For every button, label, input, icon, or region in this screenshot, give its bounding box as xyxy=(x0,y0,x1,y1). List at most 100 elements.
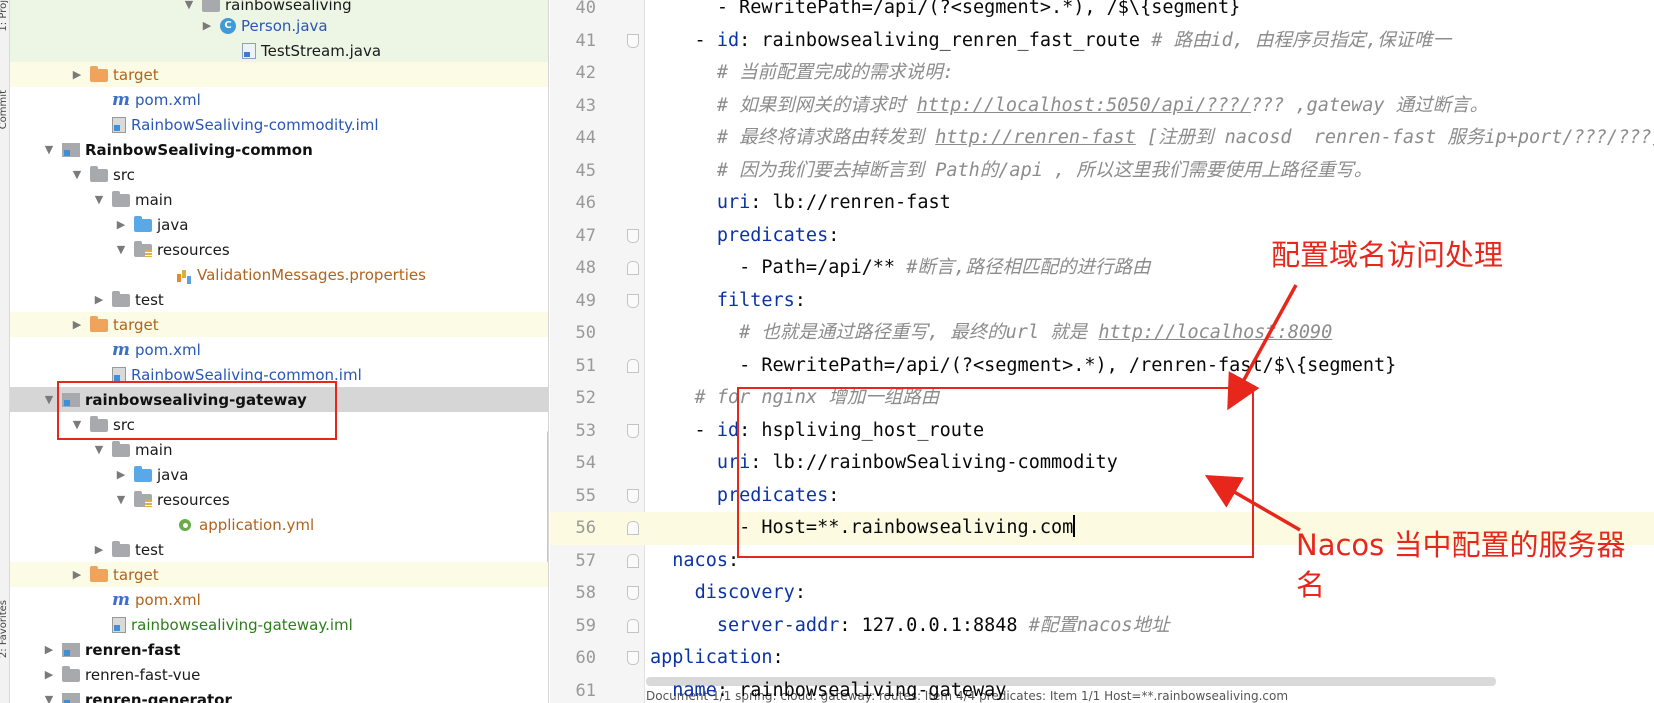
code-line[interactable]: 43 # 如果到网关的请求时 http://localhost:5050/api… xyxy=(550,90,1654,123)
fold-marker-icon[interactable] xyxy=(627,358,639,373)
project-tool-tab[interactable]: 1: Proj xyxy=(0,0,9,32)
code-text: nacos: xyxy=(650,545,739,578)
expand-arrow-icon[interactable]: ▶ xyxy=(42,668,56,682)
fold-marker-icon[interactable] xyxy=(627,423,639,438)
code-line[interactable]: 59 server-addr: 127.0.0.1:8848 #配置nacos地… xyxy=(550,610,1654,643)
tree-node[interactable]: ▶ target xyxy=(10,562,548,587)
expand-arrow-icon[interactable]: ▶ xyxy=(114,468,128,482)
tree-node[interactable]: rainbowsealiving-gateway.iml xyxy=(10,612,548,637)
code-token: : 127.0.0.1:8848 xyxy=(839,614,1029,636)
tree-node-label: rainbowsealiving-gateway.iml xyxy=(131,615,353,634)
tree-node[interactable]: ▼ main xyxy=(10,437,548,462)
collapse-arrow-icon[interactable]: ▼ xyxy=(182,0,196,12)
code-line[interactable]: 50 # 也就是通过路径重写, 最终的url 就是 http://localho… xyxy=(550,317,1654,350)
fold-marker-icon[interactable] xyxy=(627,618,639,633)
commit-tool-tab[interactable]: Commit xyxy=(0,90,9,129)
tree-node[interactable]: ▶ renren-fast-vue xyxy=(10,662,548,687)
collapse-arrow-icon[interactable]: ▼ xyxy=(114,493,128,507)
fold-marker-icon[interactable] xyxy=(627,33,639,48)
tree-node[interactable]: application.yml xyxy=(10,512,548,537)
fold-marker-icon[interactable] xyxy=(627,651,639,665)
collapse-arrow-icon[interactable]: ▼ xyxy=(70,168,84,182)
folder-icon xyxy=(90,165,108,182)
tree-node[interactable]: ▼ src xyxy=(10,162,548,187)
code-line[interactable]: 42 # 当前配置完成的需求说明: xyxy=(550,57,1654,90)
tree-node[interactable]: RainbowSealiving-commodity.iml xyxy=(10,112,548,137)
code-line[interactable]: 58 discovery: xyxy=(550,577,1654,610)
expand-arrow-icon[interactable]: ▶ xyxy=(92,543,106,557)
favorites-tool-tab[interactable]: 2: Favorites xyxy=(0,600,9,658)
project-tree[interactable]: ▼ rainbowsealiving ▶ C Person.java TestStream… xyxy=(10,0,549,703)
code-token: # 因为我们要去掉断言到 Path的/api , 所以这里我们需要使用上路径重写… xyxy=(650,159,1373,181)
code-text: application: xyxy=(650,642,784,675)
tree-node-label: renren-fast xyxy=(85,640,181,659)
collapse-arrow-icon[interactable]: ▼ xyxy=(42,693,56,703)
fold-marker-icon[interactable] xyxy=(627,586,639,600)
expand-arrow-icon[interactable]: ▶ xyxy=(70,68,84,82)
tree-node[interactable]: ▶ C Person.java xyxy=(10,13,548,38)
code-line[interactable]: 45 # 因为我们要去掉断言到 Path的/api , 所以这里我们需要使用上路… xyxy=(550,155,1654,188)
code-token: [注册到 nacosd renren-fast 服务ip+port/???/??… xyxy=(1135,127,1654,148)
line-number: 46 xyxy=(575,193,596,213)
fold-marker-icon[interactable] xyxy=(627,553,639,568)
tree-node[interactable]: m pom.xml xyxy=(10,337,548,362)
code-line[interactable]: 46 uri: lb://renren-fast xyxy=(550,187,1654,220)
tree-node[interactable]: ▶ test xyxy=(10,537,548,562)
expand-arrow-icon[interactable]: ▶ xyxy=(70,318,84,332)
tree-node[interactable]: ▼ renren-generator xyxy=(10,687,548,703)
code-token: ??? ,gateway 通过断言。 xyxy=(1250,94,1489,116)
tool-window-strip[interactable]: 1: Proj Commit 2: Favorites xyxy=(0,0,10,703)
collapse-arrow-icon[interactable]: ▼ xyxy=(92,443,106,457)
line-number: 53 xyxy=(575,420,596,441)
maven-icon: m xyxy=(112,339,130,360)
code-token: uri xyxy=(716,192,751,213)
collapse-arrow-icon[interactable]: ▼ xyxy=(114,243,128,257)
expand-arrow-icon[interactable]: ▶ xyxy=(92,293,106,307)
tree-node[interactable]: TestStream.java xyxy=(10,38,548,63)
code-line[interactable]: 51 - RewritePath=/api/(?<segment>.*), /r… xyxy=(550,350,1654,383)
fold-marker-icon[interactable] xyxy=(627,488,639,503)
tree-node[interactable]: m pom.xml xyxy=(10,587,548,612)
tree-node[interactable]: ▶ renren-fast xyxy=(10,637,548,662)
tree-node[interactable]: ▶ test xyxy=(10,287,548,312)
collapse-arrow-icon[interactable]: ▼ xyxy=(42,393,56,407)
tree-node[interactable]: ▼ main xyxy=(10,187,548,212)
code-line[interactable]: 40 - RewritePath=/api/(?<segment>.*), /$… xyxy=(550,0,1654,25)
tree-node[interactable]: ValidationMessages.properties xyxy=(10,262,548,287)
tree-node[interactable]: ▶ java xyxy=(10,212,548,237)
tree-node[interactable]: m pom.xml xyxy=(10,87,548,112)
expand-arrow-icon[interactable]: ▶ xyxy=(42,643,56,657)
fold-marker-icon[interactable] xyxy=(627,293,639,308)
fold-marker-icon[interactable] xyxy=(627,228,639,243)
class-c-icon: C xyxy=(220,17,236,34)
line-number: 52 xyxy=(575,388,596,408)
tree-node[interactable]: ▼ resources xyxy=(10,487,548,512)
tree-node[interactable]: ▼ RainbowSealiving-common xyxy=(10,137,548,162)
code-line[interactable]: 44 # 最终将请求路由转发到 http://renren-fast [注册到 … xyxy=(550,122,1654,155)
code-line[interactable]: 60 application: xyxy=(550,642,1654,675)
collapse-arrow-icon[interactable]: ▼ xyxy=(42,143,56,157)
module-icon xyxy=(62,692,80,703)
tree-node[interactable]: ▶ target xyxy=(10,62,548,87)
expand-arrow-icon[interactable]: ▶ xyxy=(70,568,84,582)
fold-marker-icon[interactable] xyxy=(627,261,639,275)
code-text: - RewritePath=/api/(?<segment>.*), /$\{s… xyxy=(650,0,1241,25)
code-line[interactable]: 41 - id: rainbowsealiving_renren_fast_ro… xyxy=(550,25,1654,58)
tree-node[interactable]: ▼ resources xyxy=(10,237,548,262)
code-line[interactable]: 61 name: rainbowsealiving-gateway xyxy=(550,675,1654,703)
line-number: 59 xyxy=(575,615,596,636)
fold-marker-icon[interactable] xyxy=(627,521,639,535)
code-line[interactable]: 49 filters: xyxy=(550,285,1654,318)
collapse-arrow-icon[interactable]: ▼ xyxy=(92,193,106,207)
code-token: : xyxy=(772,647,784,668)
code-editor[interactable]: Document 1/1 spring: cloud: gateway: rou… xyxy=(550,0,1654,703)
tree-node[interactable]: ▶ target xyxy=(10,312,548,337)
tree-node[interactable]: ▶ java xyxy=(10,462,548,487)
code-text: discovery: xyxy=(650,577,806,610)
expand-arrow-icon[interactable]: ▶ xyxy=(114,218,128,232)
folder-icon xyxy=(112,440,130,457)
expand-arrow-icon[interactable]: ▶ xyxy=(200,19,214,33)
folder-icon xyxy=(112,540,130,557)
